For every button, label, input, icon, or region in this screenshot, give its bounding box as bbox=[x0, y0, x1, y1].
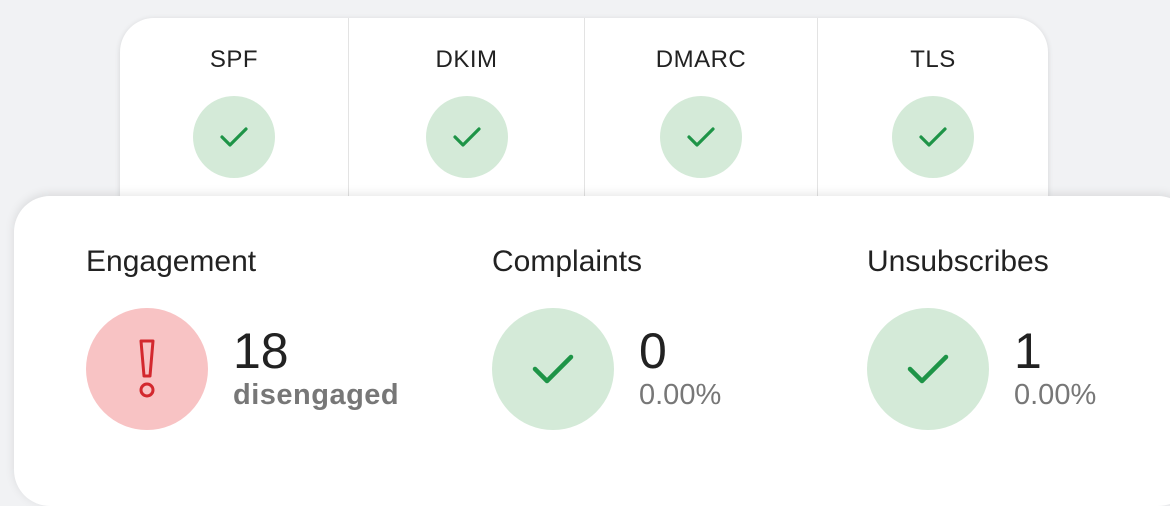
metric-value: 1 bbox=[1014, 323, 1042, 379]
metric-subtext: 0.00% bbox=[639, 379, 722, 411]
metric-status-badge bbox=[492, 308, 614, 430]
check-icon bbox=[907, 354, 949, 384]
auth-check-dkim: DKIM bbox=[349, 18, 585, 218]
metric-subtext: 0.00% bbox=[1014, 379, 1097, 411]
auth-check-tls: TLS bbox=[818, 18, 1048, 218]
auth-label: SPF bbox=[209, 46, 259, 73]
metric-status-badge bbox=[867, 308, 989, 430]
auth-status-badge bbox=[193, 96, 275, 178]
auth-label: TLS bbox=[910, 46, 956, 73]
check-icon bbox=[687, 127, 715, 147]
metric-title: Complaints bbox=[492, 245, 643, 278]
metric-title: Engagement bbox=[86, 245, 257, 278]
auth-check-dmarc: DMARC bbox=[585, 18, 818, 218]
check-icon bbox=[220, 127, 248, 147]
auth-status-badge bbox=[425, 96, 508, 178]
check-icon bbox=[532, 354, 574, 384]
exclamation-icon bbox=[139, 339, 155, 398]
auth-label: DMARC bbox=[655, 46, 747, 73]
auth-status-badge bbox=[892, 96, 974, 178]
metric-value: 18 bbox=[233, 323, 289, 379]
auth-label: DKIM bbox=[435, 46, 498, 73]
check-icon bbox=[452, 127, 481, 147]
metric-subtext: disengaged bbox=[233, 379, 400, 411]
check-icon bbox=[919, 127, 947, 147]
metrics-card: Engagement 18 disengaged Complaints 0 0.… bbox=[14, 196, 1170, 506]
metric-title: Unsubscribes bbox=[867, 245, 1049, 278]
metric-status-badge bbox=[86, 308, 208, 430]
authentication-card: SPF DKIM DMARC TLS bbox=[120, 18, 1048, 218]
auth-check-spf: SPF bbox=[120, 18, 349, 218]
metric-value: 0 bbox=[639, 323, 667, 379]
auth-status-badge bbox=[660, 96, 742, 178]
